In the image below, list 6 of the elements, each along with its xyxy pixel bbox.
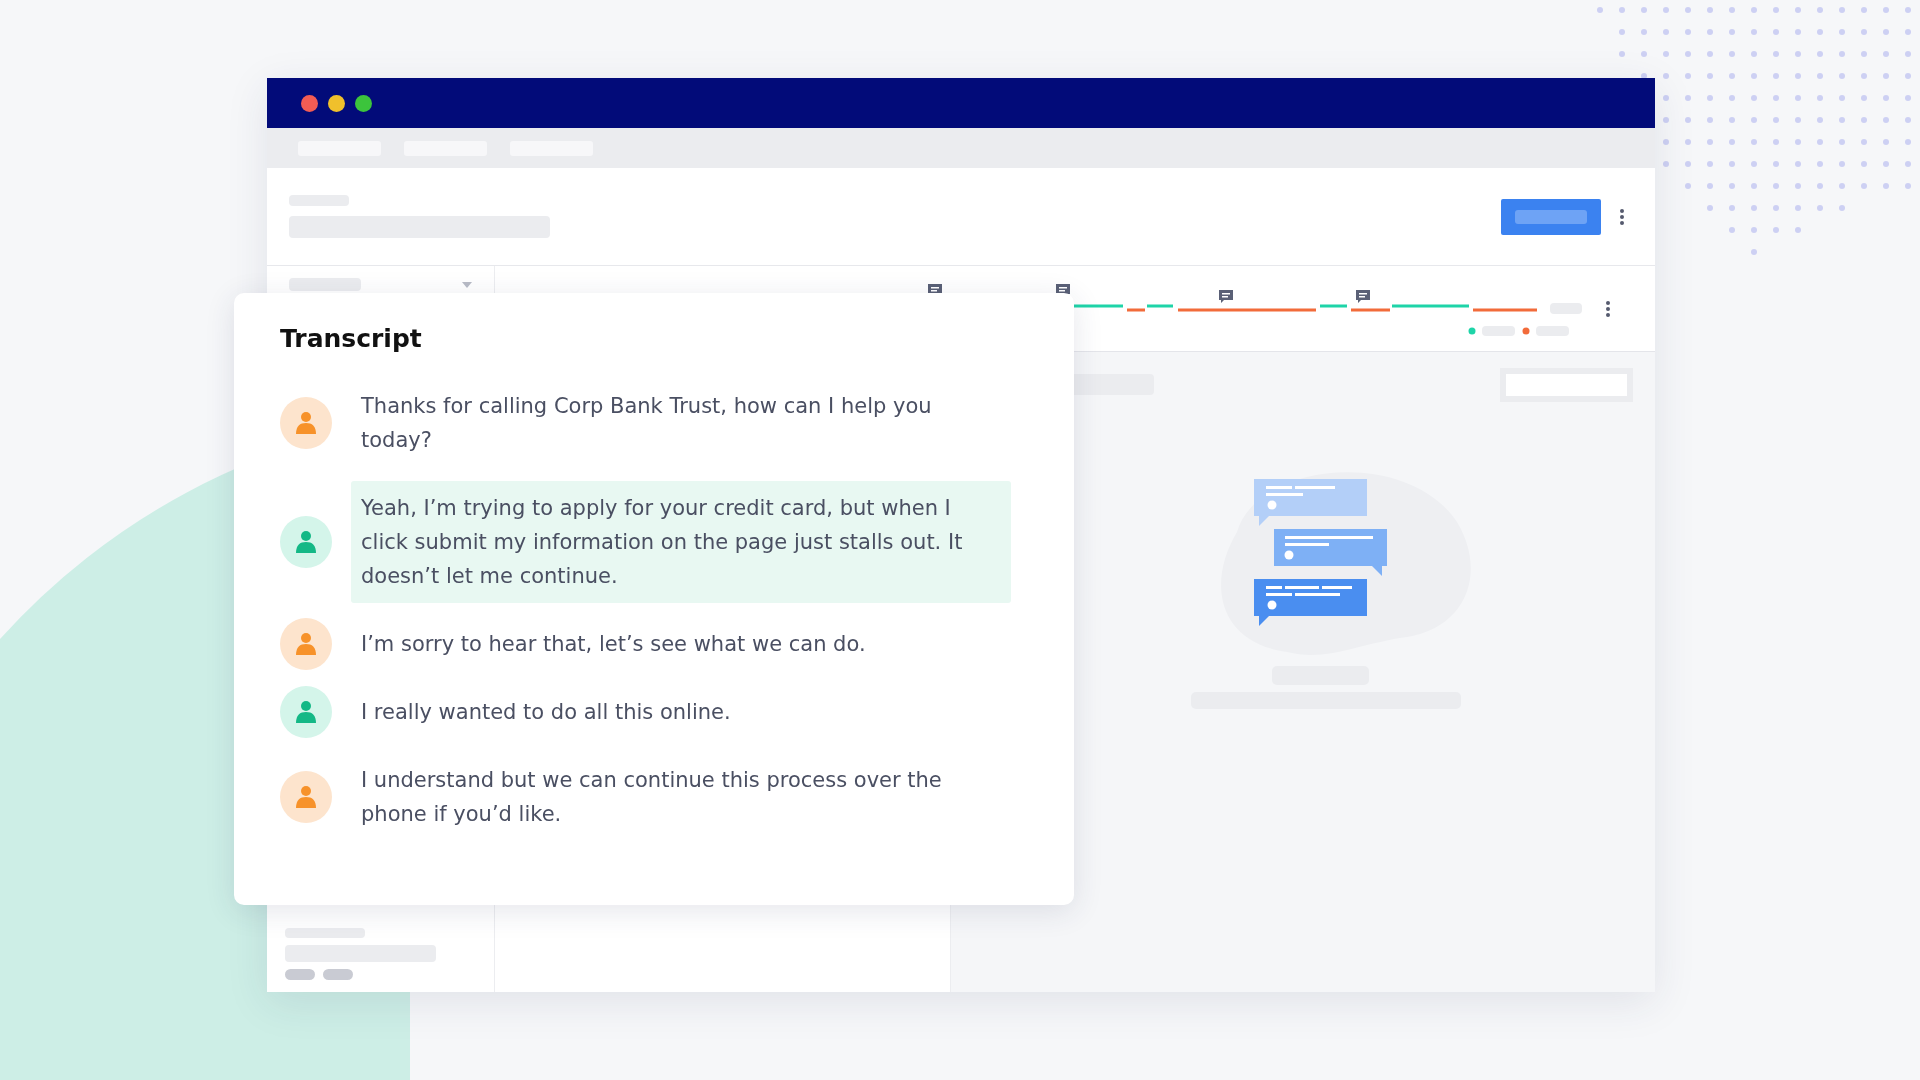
- message-text: I understand but we can continue this process over the phone if you’d like.: [360, 767, 943, 828]
- message-text: Yeah, I’m trying to apply for your credit card, but when I click submit my information on the page just stalls out. It doesn’t let me continue.: [351, 481, 1011, 603]
- message-text: Thanks for calling Corp Bank Trust, how can I help you today?: [360, 393, 933, 454]
- message-text: I’m sorry to hear that, let’s see what we can do.: [360, 631, 867, 658]
- message-text: I really wanted to do all this online.: [360, 699, 732, 726]
- card-title: Transcript: [280, 323, 423, 355]
